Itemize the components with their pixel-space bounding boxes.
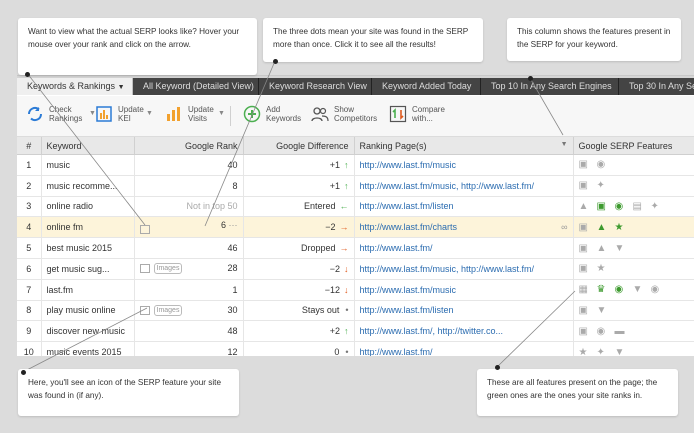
callout-green-features: These are all features present on the pa… xyxy=(477,369,678,416)
callout-serp-features-column: This column shows the features present i… xyxy=(507,18,681,61)
callout-pin xyxy=(273,59,278,64)
callout-feature-icon: Here, you'll see an icon of the SERP fea… xyxy=(18,369,239,416)
callout-serp-preview: Want to view what the actual SERP looks … xyxy=(18,18,257,75)
callout-pin xyxy=(21,370,26,375)
callout-pin xyxy=(528,76,533,81)
callout-pin xyxy=(25,72,30,77)
callout-pin xyxy=(495,365,500,370)
callout-three-dots: The three dots mean your site was found … xyxy=(263,18,483,62)
